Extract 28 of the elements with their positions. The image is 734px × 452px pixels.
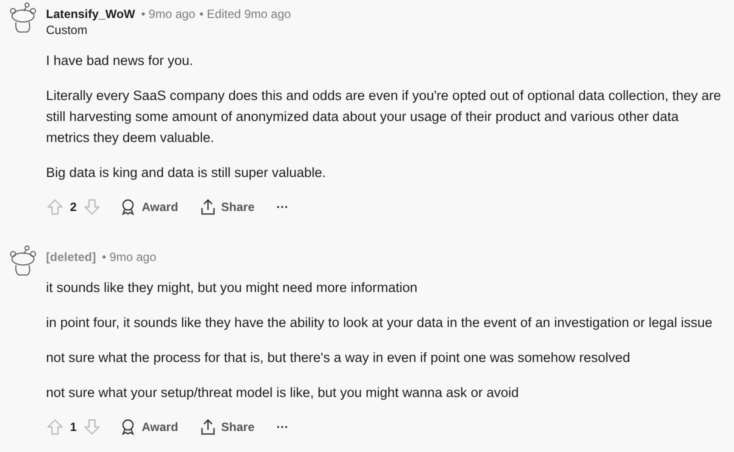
- upvote-icon[interactable]: [46, 198, 64, 216]
- upvote-icon[interactable]: [46, 418, 64, 436]
- comment-paragraph: it sounds like they might, but you might need more information: [46, 279, 418, 297]
- share-icon: [200, 418, 216, 436]
- more-button[interactable]: ···: [276, 198, 289, 216]
- share-button[interactable]: Share: [200, 198, 255, 216]
- avatar-icon: [8, 2, 38, 34]
- comment-paragraph: not sure what the process for that is, but there's a way in even if point one was somehow resolved: [46, 349, 632, 367]
- comment-paragraph: in point four, it sounds like they have the ability to look at your data in the event of an investigation or legal issue: [46, 314, 712, 332]
- avatar-icon: [8, 245, 38, 277]
- downvote-icon[interactable]: [82, 418, 101, 436]
- author-name[interactable]: Latensify_WoW: [46, 6, 136, 22]
- award-button[interactable]: Award: [118, 418, 178, 436]
- comment-time: • 9mo ago: [102, 249, 156, 265]
- vote-count: 1: [70, 419, 77, 436]
- vote-count: 2: [70, 199, 77, 216]
- comment-paragraph: not sure what your setup/threat model is like, but you might wanna ask or avoid: [46, 384, 520, 402]
- edited-time: • Edited 9mo ago: [199, 6, 291, 22]
- comment-paragraph: I have bad news for you.: [46, 52, 194, 70]
- comment-time: • 9mo ago: [141, 6, 196, 22]
- share-icon: [200, 198, 216, 216]
- comment-paragraph: Literally every SaaS company does this and odds are even if you're opted out of optional data collection, they are still harvesting some amount of anonymized data about your usage of their product and various other data metrics they deem valuable.: [46, 87, 722, 147]
- share-button[interactable]: Share: [200, 418, 255, 436]
- user-flair: Custom: [46, 22, 88, 38]
- award-button[interactable]: Award: [118, 198, 178, 216]
- more-button[interactable]: ···: [276, 418, 289, 436]
- downvote-icon[interactable]: [82, 198, 101, 216]
- comment-paragraph: Big data is king and data is still super valuable.: [46, 164, 327, 182]
